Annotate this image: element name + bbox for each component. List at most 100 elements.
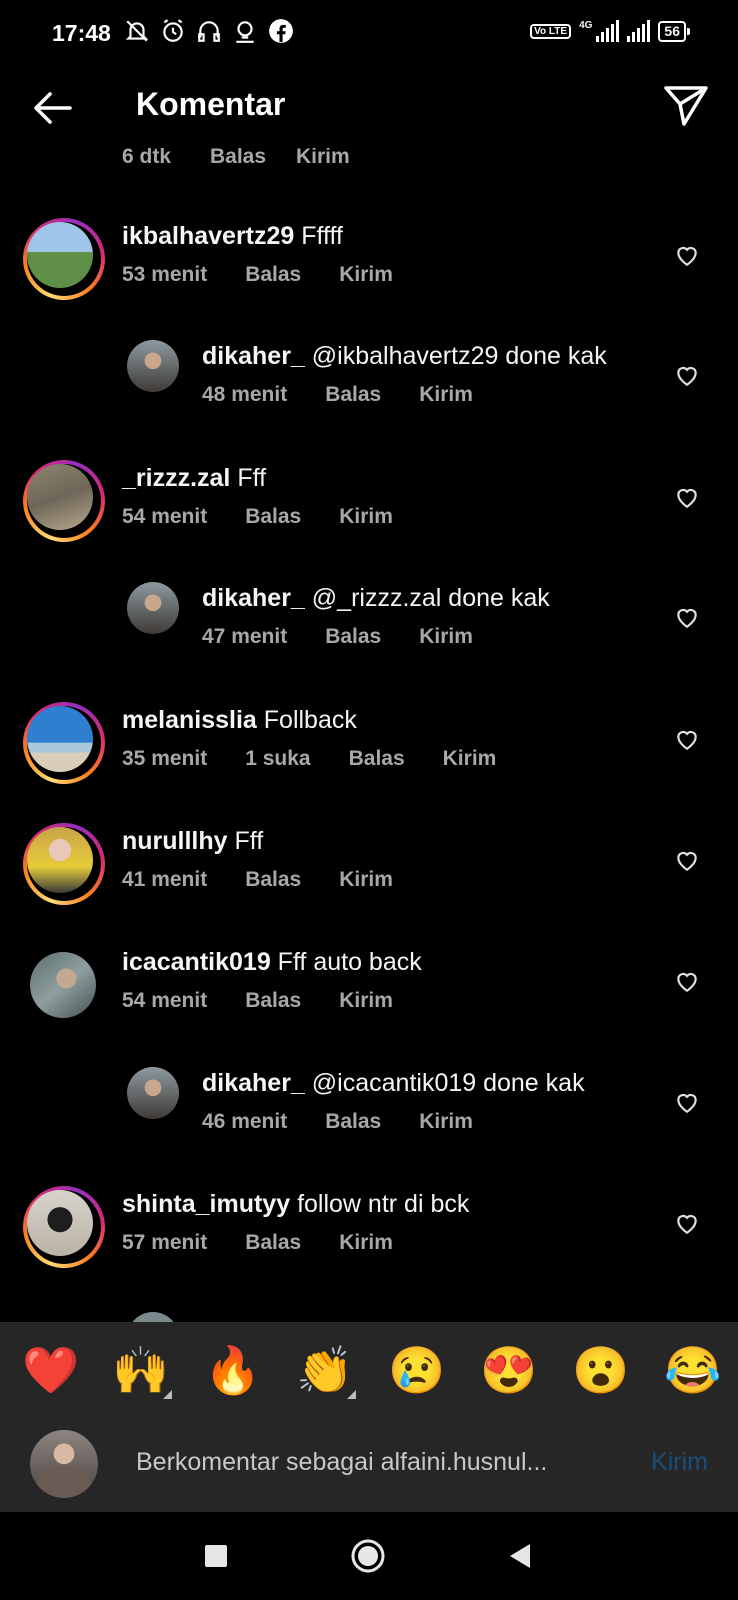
emoji-heart[interactable]: ❤️ [22,1342,79,1398]
comment-username[interactable]: dikaher_ [202,584,305,612]
reply-button[interactable]: Balas [245,1231,301,1255]
arrow-left-icon[interactable] [28,84,76,132]
comment-username[interactable]: ikbalhavertz29 [122,222,294,250]
back-triangle-icon[interactable] [502,1538,538,1574]
paper-plane-icon[interactable] [662,82,710,130]
heart-icon[interactable] [674,484,700,510]
reply-button[interactable]: Balas [325,383,381,407]
comment-time: 46 menit [202,1110,288,1133]
comment-text: Follback [263,706,357,734]
avatar[interactable] [127,582,179,634]
send-button[interactable]: Kirim [339,1231,393,1255]
reply-button[interactable]: Balas [349,747,405,771]
reply-button[interactable]: Balas [245,989,301,1013]
heart-icon[interactable] [674,847,700,873]
signal-2-icon [627,20,651,42]
send-button[interactable]: Kirim [339,868,393,892]
heart-icon[interactable] [674,1089,700,1115]
comment-list[interactable]: 6 dtk Balas Kirim ikbalhavertz29 Fffff 5… [0,120,738,1322]
avatar [30,1430,98,1498]
comment-meta: 47 menit Balas Kirim [202,625,511,649]
avatar[interactable] [23,1186,105,1268]
send-button[interactable]: Kirim [419,383,473,407]
comment-meta: 48 menit Balas Kirim [202,383,511,407]
comment-meta: 57 menit Balas Kirim [122,1231,431,1255]
comment-username[interactable]: melanisslia [122,706,257,734]
comment-username[interactable]: nurulllhy [122,827,228,855]
heart-icon[interactable] [674,1210,700,1236]
emoji-fire[interactable]: 🔥 [204,1342,261,1398]
heart-icon[interactable] [674,242,700,268]
comment-username[interactable]: shinta_imutyy [122,1190,290,1218]
reply-button[interactable]: Balas [210,145,266,169]
send-button[interactable]: Kirim [339,989,393,1013]
comment-input[interactable]: Berkomentar sebagai alfaini.husnul... [136,1448,547,1477]
comment-item: icacantik019 Fff auto back 54 menit Balas… [0,944,738,1044]
comment-composer: ❤️ 🙌 🔥 👏 😢 😍 😮 😂 Berkomentar sebagai alf… [0,1322,738,1512]
system-status: Vo LTE 4G 56 [530,19,690,42]
avatar[interactable] [23,823,105,905]
reply-item: dikaher_ @ikbalhavertz29 done kak 48 men… [0,338,738,438]
emoji-heart-eyes[interactable]: 😍 [480,1342,537,1398]
avatar[interactable] [30,952,96,1018]
headphones-icon [198,21,220,42]
network-type: 4G [579,19,593,31]
battery-icon: 56 [658,20,690,42]
comment-username[interactable]: dikaher_ [202,1069,305,1097]
comment-text: @ikbalhavertz29 done kak [311,342,607,370]
emoji-surprised[interactable]: 😮 [572,1342,629,1398]
comment-meta: 35 menit 1 suka Balas Kirim [122,747,534,771]
heart-icon[interactable] [674,604,700,630]
emoji-crying[interactable]: 😢 [388,1342,445,1398]
comment-time: 47 menit [202,625,288,648]
comment-time: 54 menit [122,505,208,528]
reply-button[interactable]: Balas [245,868,301,892]
avatar[interactable] [127,340,179,392]
emoji-clapping[interactable]: 👏 [296,1342,353,1398]
comment-item: nurulllhy Fff 41 menit Balas Kirim [0,823,738,923]
avatar[interactable] [127,1312,179,1322]
emoji-raising-hands[interactable]: 🙌 [112,1342,169,1398]
signal-1-icon [596,20,620,42]
home-circle-icon[interactable] [350,1538,386,1574]
send-button[interactable]: Kirim [443,747,497,771]
like-count[interactable]: 1 suka [245,747,310,771]
send-button[interactable]: Kirim [296,145,350,169]
heart-icon[interactable] [674,726,700,752]
alarm-icon [163,19,183,42]
send-button[interactable]: Kirim [419,625,473,649]
send-button[interactable]: Kirim [419,1110,473,1134]
comment-username[interactable]: _rizzz.zal [122,464,230,492]
quick-reactions: ❤️ 🙌 🔥 👏 😢 😍 😮 😂 [0,1342,738,1402]
reply-button[interactable]: Balas [325,625,381,649]
reply-button[interactable]: Balas [245,263,301,287]
status-bar: 17:48 Vo LTE 4G 56 [0,0,738,68]
reply-button[interactable]: Balas [325,1110,381,1134]
send-button[interactable]: Kirim [339,505,393,529]
comment-item: melanisslia Follback 35 menit 1 suka Balas… [0,702,738,802]
comment-text: @_rizzz.zal done kak [311,584,550,612]
comment-time: 57 menit [122,1231,208,1254]
post-button[interactable]: Kirim [651,1448,708,1477]
reply-button[interactable]: Balas [245,505,301,529]
emoji-laughing[interactable]: 😂 [664,1342,721,1398]
heart-icon[interactable] [674,362,700,388]
comment-username[interactable]: dikaher_ [202,342,305,370]
recents-square-icon[interactable] [198,1538,234,1574]
comment-text: @icacantik019 done kak [311,1069,585,1097]
comment-text: Fff [234,827,264,855]
avatar[interactable] [23,218,105,300]
comment-meta: 54 menit Balas Kirim [122,505,431,529]
reply-item: dikaher_ @_rizzz.zal done kak 47 menit Ba… [0,580,738,680]
comment-text: follow ntr di bck [297,1190,470,1218]
heart-icon[interactable] [674,968,700,994]
send-button[interactable]: Kirim [339,263,393,287]
notification-icons [124,18,294,44]
comment-text: Fffff [301,222,343,250]
comment-item: ikbalhavertz29 Fffff 53 menit Balas Kirim [0,218,738,318]
avatar[interactable] [127,1067,179,1119]
comment-username[interactable]: icacantik019 [122,948,271,976]
avatar[interactable] [23,702,105,784]
comment-text: Fff [237,464,267,492]
avatar[interactable] [23,460,105,542]
